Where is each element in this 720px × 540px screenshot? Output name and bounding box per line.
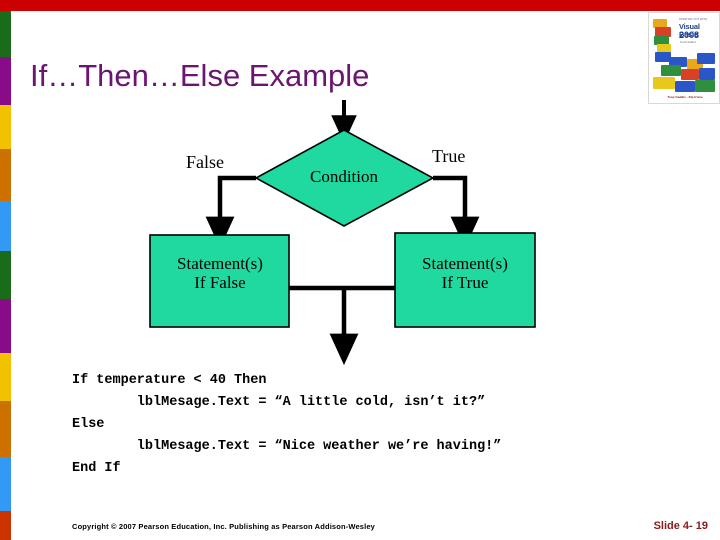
book-cover-image: STARTING OUT WITH Visual Basic 2008 Four… xyxy=(648,12,720,104)
book-cover-authors: Tony Gaddis · Kip Irvine xyxy=(667,95,703,99)
slide-canvas: STARTING OUT WITH Visual Basic 2008 Four… xyxy=(0,0,720,540)
brick-icon xyxy=(681,69,699,80)
strip-band-yellow xyxy=(0,105,11,149)
book-cover-subtitle: Fourth Edition xyxy=(680,41,697,44)
flow-arrow-true xyxy=(433,175,480,249)
brick-icon xyxy=(695,80,715,92)
brick-icon xyxy=(661,65,681,76)
process-box-false-line2: If False xyxy=(194,272,246,292)
page-title: If…Then…Else Example xyxy=(30,58,370,93)
process-box-true-label: Statement(s) If True xyxy=(395,254,535,292)
footer-copyright: Copyright © 2007 Pearson Education, Inc.… xyxy=(72,522,375,531)
top-accent-bar xyxy=(0,0,720,11)
decision-diamond-label: Condition xyxy=(309,167,378,186)
book-cover-headline: STARTING OUT WITH xyxy=(679,18,708,21)
code-sample: If temperature < 40 Then lblMesage.Text … xyxy=(72,373,502,476)
strip-band-orange xyxy=(0,401,11,457)
brick-icon xyxy=(697,53,715,64)
strip-band-purple xyxy=(0,57,11,105)
process-box-true-line1: Statement(s) xyxy=(422,254,508,273)
slide-number: Slide 4- 19 xyxy=(653,520,708,532)
strip-band-orange xyxy=(0,149,11,201)
process-box-true-line2: If True xyxy=(441,272,489,292)
strip-band-blue xyxy=(0,201,11,251)
brick-icon xyxy=(699,68,715,80)
book-cover-year: 2008 xyxy=(679,30,700,40)
strip-band-green xyxy=(0,11,11,57)
strip-band-red xyxy=(0,511,11,540)
strip-band-yellow xyxy=(0,353,11,401)
strip-band-purple xyxy=(0,299,11,353)
strip-band-green xyxy=(0,251,11,299)
strip-band-blue xyxy=(0,457,11,511)
flow-arrow-false xyxy=(205,175,256,249)
branch-label-true: True xyxy=(432,146,466,166)
brick-icon xyxy=(675,81,695,92)
process-box-false-label: Statement(s) If False xyxy=(150,254,290,292)
brick-icon xyxy=(653,77,675,89)
process-box-false-line1: Statement(s) xyxy=(177,254,263,273)
branch-label-false: False xyxy=(186,152,224,172)
left-color-strip xyxy=(0,11,11,540)
